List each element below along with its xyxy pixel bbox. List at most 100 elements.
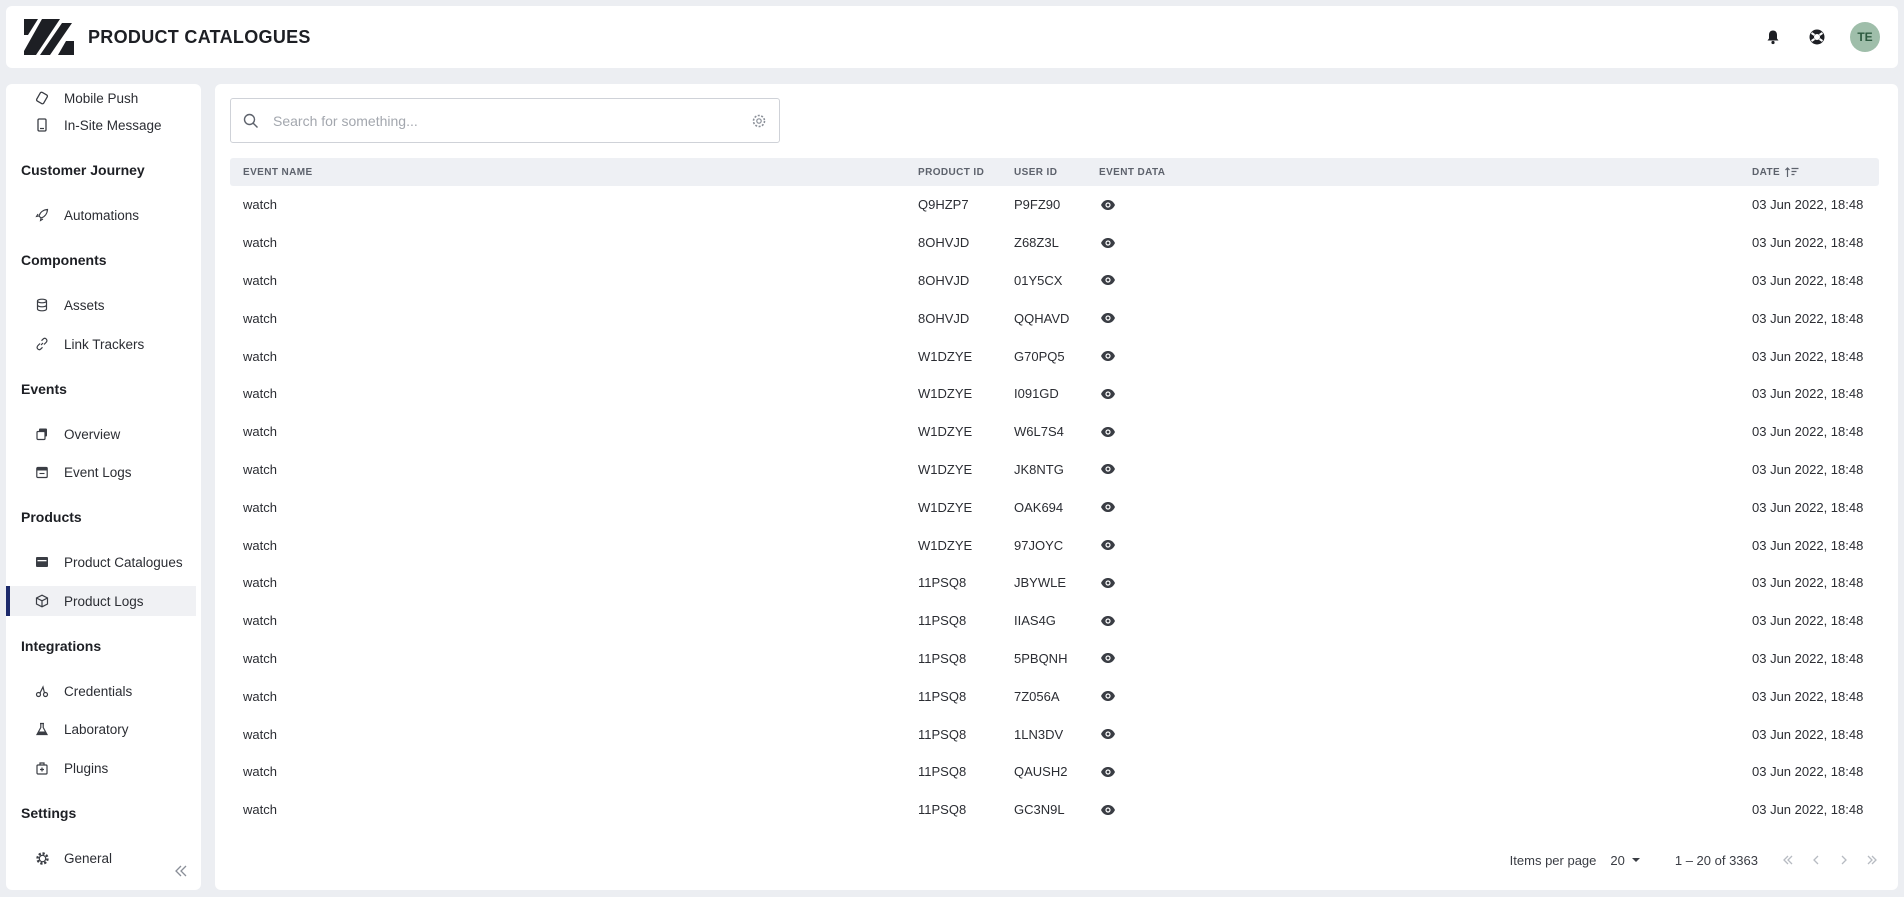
sidebar-item-label: Overview xyxy=(64,426,121,442)
date-cell: 03 Jun 2022, 18:48 xyxy=(1752,197,1864,213)
sidebar-item-automations[interactable]: Automations xyxy=(6,200,196,230)
eye-icon[interactable] xyxy=(1099,460,1117,478)
flask-icon xyxy=(34,721,50,737)
collapse-sidebar-icon[interactable] xyxy=(172,862,190,880)
eye-icon[interactable] xyxy=(1099,347,1117,365)
column-header-date[interactable]: DATE xyxy=(1752,167,1799,178)
date-cell: 03 Jun 2022, 18:48 xyxy=(1752,802,1864,818)
date-cell: 03 Jun 2022, 18:48 xyxy=(1752,650,1864,666)
table-body: watch Q9HZP7 P9FZ90 03 Jun 2022, 18:48 watch… xyxy=(230,186,1879,829)
sidebar-item-plugins[interactable]: Plugins xyxy=(6,753,196,783)
eye-icon[interactable] xyxy=(1099,309,1117,327)
section-products: Products xyxy=(21,509,82,525)
event-name-cell: watch xyxy=(243,764,277,780)
eye-icon[interactable] xyxy=(1099,574,1117,592)
user-id-cell: W6L7S4 xyxy=(1014,424,1064,440)
sidebar-item-link-trackers[interactable]: Link Trackers xyxy=(6,329,196,359)
eye-icon[interactable] xyxy=(1099,271,1117,289)
section-components: Components xyxy=(21,252,107,268)
date-cell: 03 Jun 2022, 18:48 xyxy=(1752,235,1864,251)
help-icon[interactable] xyxy=(1806,26,1828,48)
sidebar-item-label: Product Logs xyxy=(64,593,144,609)
event-name-cell: watch xyxy=(243,348,277,364)
eye-icon[interactable] xyxy=(1099,725,1117,743)
previous-page-icon[interactable] xyxy=(1808,852,1824,868)
sidebar-item-assets[interactable]: Assets xyxy=(6,290,196,320)
event-name-cell: watch xyxy=(243,424,277,440)
table-row: watch 8OHVJD QQHAVD 03 Jun 2022, 18:48 xyxy=(230,299,1879,337)
sidebar-item-label: Assets xyxy=(64,297,105,313)
sidebar-item-laboratory[interactable]: Laboratory xyxy=(6,714,196,744)
eye-icon[interactable] xyxy=(1099,687,1117,705)
sidebar-item-label: Link Trackers xyxy=(64,336,145,352)
eye-icon[interactable] xyxy=(1099,801,1117,819)
user-id-cell: IIAS4G xyxy=(1014,613,1056,629)
sidebar-item-in-site-message[interactable]: In-Site Message xyxy=(6,110,196,140)
sidebar-item-mobile-push[interactable]: Mobile Push xyxy=(6,84,196,113)
items-per-page-select[interactable]: 20 xyxy=(1610,853,1640,868)
sidebar-item-label: Mobile Push xyxy=(64,90,139,106)
eye-icon[interactable] xyxy=(1099,498,1117,516)
sidebar-item-label: General xyxy=(64,850,113,866)
eye-icon[interactable] xyxy=(1099,612,1117,630)
eye-icon[interactable] xyxy=(1099,385,1117,403)
user-id-cell: QQHAVD xyxy=(1014,310,1070,326)
table-row: watch 11PSQ8 1LN3DV 03 Jun 2022, 18:48 xyxy=(230,715,1879,753)
sidebar-item-label: Event Logs xyxy=(64,464,132,480)
date-cell: 03 Jun 2022, 18:48 xyxy=(1752,688,1864,704)
user-id-cell: 1LN3DV xyxy=(1014,726,1064,742)
column-header-event-name: EVENT NAME xyxy=(243,166,313,178)
user-id-cell: I091GD xyxy=(1014,386,1059,402)
first-page-icon[interactable] xyxy=(1780,852,1796,868)
event-name-cell: watch xyxy=(243,537,277,553)
product-id-cell: 11PSQ8 xyxy=(918,802,967,818)
product-id-cell: 8OHVJD xyxy=(918,272,970,288)
next-page-icon[interactable] xyxy=(1836,852,1852,868)
date-cell: 03 Jun 2022, 18:48 xyxy=(1752,537,1864,553)
database-icon xyxy=(34,297,50,313)
eye-icon[interactable] xyxy=(1099,423,1117,441)
eye-icon[interactable] xyxy=(1099,536,1117,554)
sidebar-item-credentials[interactable]: Credentials xyxy=(6,676,196,706)
eye-icon[interactable] xyxy=(1099,196,1117,214)
avatar[interactable]: TE xyxy=(1850,22,1880,52)
table-row: watch 11PSQ8 JBYWLE 03 Jun 2022, 18:48 xyxy=(230,564,1879,602)
date-cell: 03 Jun 2022, 18:48 xyxy=(1752,764,1864,780)
table-row: watch Q9HZP7 P9FZ90 03 Jun 2022, 18:48 xyxy=(230,186,1879,224)
link-icon xyxy=(34,336,50,352)
event-name-cell: watch xyxy=(243,650,277,666)
bell-icon[interactable] xyxy=(1762,26,1784,48)
sidebar-item-product-catalogues[interactable]: Product Catalogues xyxy=(6,547,196,577)
last-page-icon[interactable] xyxy=(1864,852,1880,868)
eye-icon[interactable] xyxy=(1099,234,1117,252)
product-id-cell: Q9HZP7 xyxy=(918,197,969,213)
sidebar-item-general[interactable]: General xyxy=(6,843,196,873)
eye-icon[interactable] xyxy=(1099,763,1117,781)
table-row: watch W1DZYE W6L7S4 03 Jun 2022, 18:48 xyxy=(230,413,1879,451)
items-per-page-value: 20 xyxy=(1610,852,1625,868)
user-id-cell: 7Z056A xyxy=(1014,688,1060,704)
calendar-icon xyxy=(34,464,50,480)
event-name-cell: watch xyxy=(243,235,277,251)
date-cell: 03 Jun 2022, 18:48 xyxy=(1752,575,1864,591)
search-input[interactable] xyxy=(273,112,751,129)
sidebar-item-event-logs[interactable]: Event Logs xyxy=(6,457,196,487)
eye-icon[interactable] xyxy=(1099,649,1117,667)
table-header: EVENT NAME PRODUCT ID USER ID EVENT DATA… xyxy=(230,158,1879,186)
search-settings-icon[interactable] xyxy=(751,113,767,129)
table-row: watch 8OHVJD 01Y5CX 03 Jun 2022, 18:48 xyxy=(230,262,1879,300)
user-id-cell: 01Y5CX xyxy=(1014,272,1063,288)
table-row: watch W1DZYE JK8NTG 03 Jun 2022, 18:48 xyxy=(230,451,1879,489)
product-id-cell: 11PSQ8 xyxy=(918,575,967,591)
items-per-page-label: Items per page xyxy=(1509,852,1597,868)
product-id-cell: W1DZYE xyxy=(918,461,973,477)
sidebar-item-product-logs[interactable]: Product Logs xyxy=(6,586,196,616)
user-id-cell: JK8NTG xyxy=(1014,461,1064,477)
sidebar-item-overview[interactable]: Overview xyxy=(6,419,196,449)
product-id-cell: 8OHVJD xyxy=(918,235,970,251)
section-customer-journey: Customer Journey xyxy=(21,162,145,178)
date-cell: 03 Jun 2022, 18:48 xyxy=(1752,424,1864,440)
search-icon xyxy=(243,113,258,128)
section-events: Events xyxy=(21,381,67,397)
event-name-cell: watch xyxy=(243,726,277,742)
